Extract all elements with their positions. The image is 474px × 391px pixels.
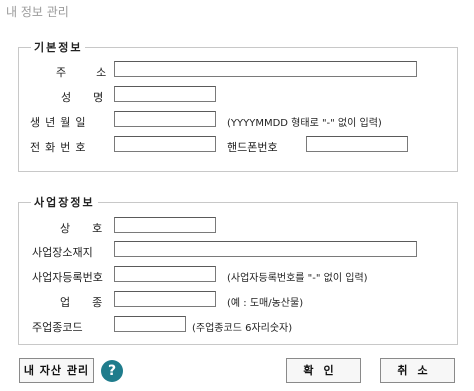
my-info-dialog: 내 정보 관리 기본정보 주소 성명 생년월일 (YYYYMMDD 형태로 "-… — [0, 0, 474, 391]
location-label: 사업장소재지 — [32, 246, 93, 259]
name-field[interactable] — [114, 86, 216, 102]
birth-label: 생년월일 — [30, 116, 91, 129]
company-field[interactable] — [114, 217, 216, 233]
mobile-label: 핸드폰번호 — [227, 141, 278, 154]
birth-field[interactable] — [114, 111, 216, 127]
my-assets-button[interactable]: 내 자산 관리 — [19, 358, 94, 383]
birth-hint: (YYYYMMDD 형태로 "-" 없이 입력) — [227, 118, 382, 129]
code-label: 주업종코드 — [32, 321, 83, 334]
type-hint: (예 : 도매/농산물) — [227, 298, 304, 309]
code-field[interactable] — [114, 316, 186, 332]
address-field[interactable] — [114, 61, 417, 77]
window-title: 내 정보 관리 — [6, 5, 69, 19]
code-hint: (주업종코드 6자리숫자) — [192, 323, 293, 334]
type-field[interactable] — [114, 291, 216, 307]
phone-label: 전화번호 — [30, 141, 91, 154]
mobile-field[interactable] — [306, 136, 408, 152]
cancel-button[interactable]: 취소 — [380, 358, 455, 383]
location-field[interactable] — [114, 241, 417, 257]
basic-info-title: 기본정보 — [31, 39, 86, 55]
regno-label: 사업자등록번호 — [32, 271, 103, 284]
phone-field[interactable] — [114, 136, 216, 152]
regno-hint: (사업자등록번호를 "-" 없이 입력) — [227, 273, 368, 284]
regno-field[interactable] — [114, 266, 216, 282]
confirm-button[interactable]: 확인 — [286, 358, 361, 383]
business-info-title: 사업장정보 — [31, 194, 98, 210]
help-icon[interactable]: ? — [101, 360, 123, 382]
